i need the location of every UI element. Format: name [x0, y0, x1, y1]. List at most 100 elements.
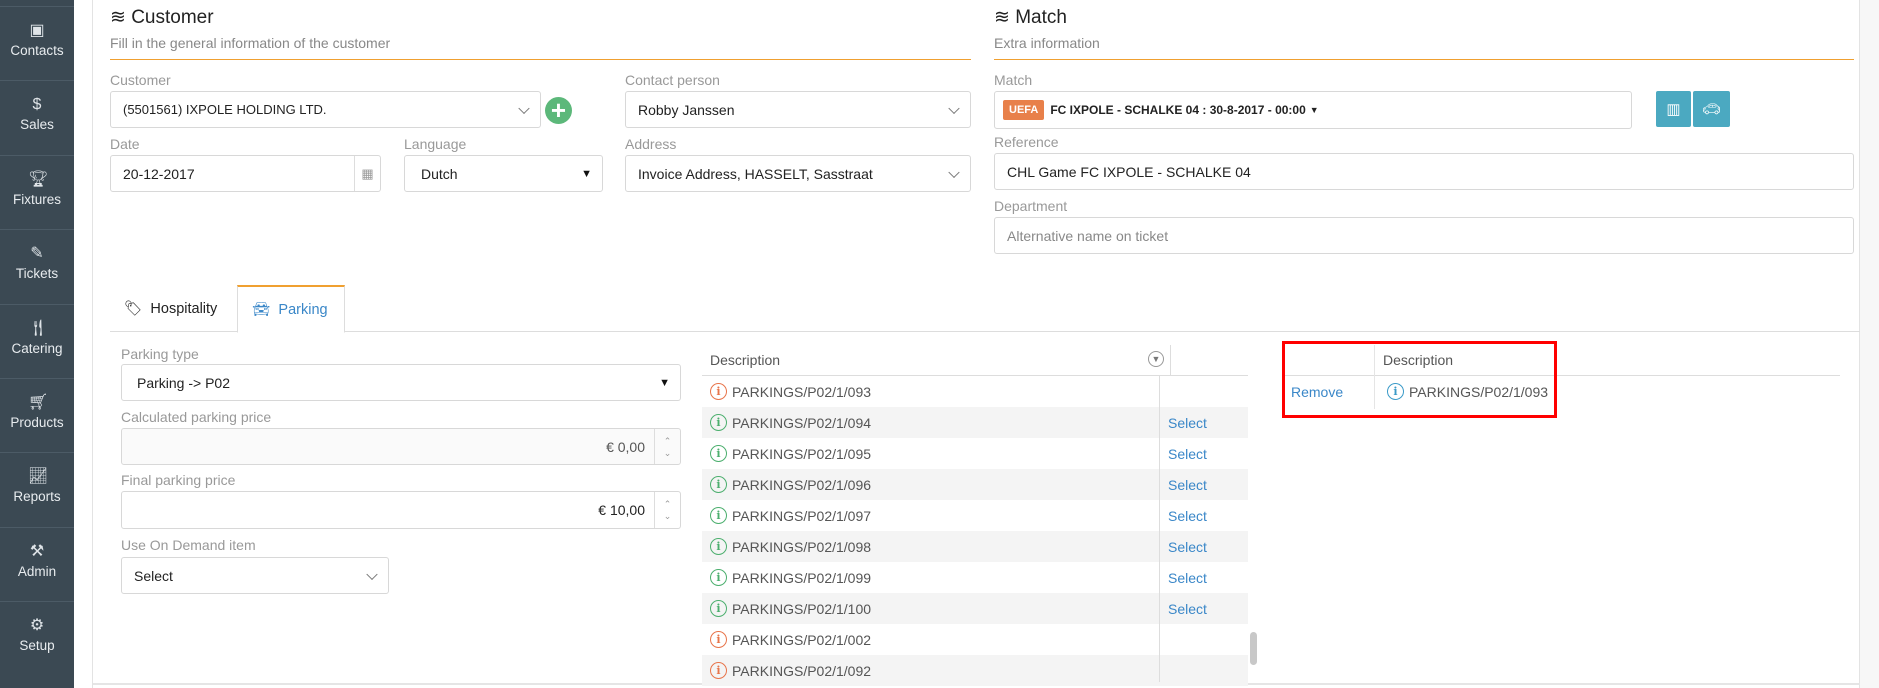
on-demand-label: Use On Demand item [121, 537, 256, 553]
final-price-input[interactable]: € 10,00 ⌃ ⌄ [121, 491, 681, 529]
parking-description: PARKINGS/P02/1/097 [732, 507, 872, 524]
parking-type-select[interactable]: Parking -> P02 ▼ [121, 364, 681, 401]
info-icon: i [710, 507, 727, 524]
parking-description: PARKINGS/P02/1/098 [732, 538, 872, 555]
parking-type-label: Parking type [121, 346, 199, 362]
select-link[interactable]: Select [1168, 539, 1207, 555]
customer-select[interactable]: (5501561) IXPOLE HOLDING LTD. [110, 91, 541, 128]
contact-person-select[interactable]: Robby Janssen [625, 91, 971, 128]
reference-input[interactable]: CHL Game FC IXPOLE - SCHALKE 04 [994, 153, 1854, 190]
info-icon: i [710, 662, 727, 679]
car-icon: 🚗︎ [1701, 101, 1722, 118]
map-icon: ▥ [1666, 101, 1681, 118]
final-price-label: Final parking price [121, 472, 236, 488]
sidebar-item-setup[interactable]: ⚙ Setup [0, 601, 74, 675]
column-divider [1170, 345, 1171, 376]
sidebar-item-tickets[interactable]: ✎ Tickets [0, 229, 74, 303]
info-icon: i [710, 383, 727, 400]
language-label: Language [404, 136, 467, 152]
dollar-icon: $ [32, 96, 42, 114]
select-link[interactable]: Select [1168, 570, 1207, 586]
filter-icon[interactable]: ▼ [1148, 351, 1164, 367]
spinner-icon[interactable]: ⌃ ⌄ [654, 492, 680, 528]
sidebar-item-contacts[interactable]: ▣ Contacts [0, 6, 74, 80]
divider [994, 59, 1854, 60]
date-input[interactable]: 20-12-2017 ▦ [110, 155, 381, 192]
ticket-icon: ✎ [30, 245, 44, 263]
sidebar-item-catering[interactable]: 🍴︎ Catering [0, 303, 74, 378]
match-subtitle: Extra information [994, 35, 1100, 51]
customer-heading: ≋ Customer [110, 7, 214, 28]
select-link[interactable]: Select [1168, 446, 1207, 462]
select-link[interactable]: Select [1168, 477, 1207, 493]
gears-icon: ⚙ [29, 617, 45, 635]
sidebar: ▣ Contacts $ Sales 🏆︎ Fixtures ✎ Tickets 🍴︎ Cater… [0, 0, 74, 688]
customer-subtitle: Fill in the general information of the c… [110, 35, 391, 51]
language-value: Dutch [421, 165, 458, 182]
available-grid-header: Description ▼ [702, 345, 1248, 376]
highlight-box [1282, 341, 1557, 418]
sidebar-item-products[interactable]: 🛒︎ Products [0, 378, 74, 452]
parking-description: PARKINGS/P02/1/100 [732, 600, 872, 617]
info-icon: i [710, 600, 727, 617]
tag-icon: 🏷︎ [124, 301, 143, 317]
select-link[interactable]: Select [1168, 601, 1207, 617]
address-value: Invoice Address, HASSELT, Sasstraat [638, 165, 873, 182]
info-icon: i [710, 538, 727, 555]
chevron-down-icon [948, 166, 960, 178]
info-icon: i [710, 445, 727, 462]
select-link[interactable]: Select [1168, 508, 1207, 524]
tab-hospitality[interactable]: 🏷︎ Hospitality [110, 285, 237, 332]
parking-button[interactable]: 🚗︎ [1693, 91, 1730, 127]
chevron-down-icon [948, 102, 960, 114]
parking-description: PARKINGS/P02/1/099 [732, 569, 872, 586]
date-value: 20-12-2017 [123, 165, 195, 182]
calculated-price-input[interactable]: € 0,00 ⌃ ⌄ [121, 428, 681, 465]
parking-type-value: Parking -> P02 [137, 374, 230, 391]
cutlery-icon: 🍴︎ [28, 319, 49, 337]
chart-icon: 📈︎ [28, 468, 49, 486]
info-icon: i [710, 569, 727, 586]
date-label: Date [110, 136, 140, 152]
match-select[interactable]: UEFA FC IXPOLE - SCHALKE 04 : 30-8-2017 … [994, 91, 1632, 129]
sidebar-item-label: Tickets [15, 266, 59, 282]
table-row: i PARKINGS/P02/1/094 Select [702, 407, 1248, 438]
on-demand-select[interactable]: Select [121, 557, 389, 594]
add-customer-button[interactable]: + [545, 97, 572, 124]
page-margin [1860, 0, 1879, 688]
map-button[interactable]: ▥ [1656, 91, 1691, 127]
competition-badge: UEFA [1003, 100, 1045, 120]
parking-description: PARKINGS/P02/1/096 [732, 476, 872, 493]
select-link[interactable]: Select [1168, 415, 1207, 431]
address-label: Address [625, 136, 677, 152]
tools-icon: ⚒ [29, 542, 45, 560]
spinner-icon[interactable]: ⌃ ⌄ [654, 429, 680, 464]
tab-parking[interactable]: 🚘︎ Parking [237, 285, 345, 333]
trophy-icon: 🏆︎ [28, 170, 49, 188]
sidebar-item-reports[interactable]: 📈︎ Reports [0, 452, 74, 526]
customer-label: Customer [110, 72, 171, 88]
layers-icon: ≋ [110, 7, 132, 28]
table-row: i PARKINGS/P02/1/095 Select [702, 438, 1248, 469]
chevron-down-icon [518, 102, 530, 114]
table-row: i PARKINGS/P02/1/096 Select [702, 469, 1248, 500]
scrollbar-thumb[interactable] [1250, 632, 1257, 665]
sidebar-item-admin[interactable]: ⚒ Admin [0, 526, 74, 601]
department-input[interactable]: Alternative name on ticket [994, 217, 1854, 254]
car-icon: 🚘︎ [252, 302, 271, 318]
sidebar-item-fixtures[interactable]: 🏆︎ Fixtures [0, 154, 74, 229]
department-label: Department [994, 198, 1068, 214]
sidebar-item-label: Fixtures [12, 191, 61, 207]
cart-icon: 🛒︎ [28, 394, 49, 411]
address-select[interactable]: Invoice Address, HASSELT, Sasstraat [625, 155, 971, 192]
chevron-down-icon [366, 568, 378, 580]
calendar-icon[interactable]: ▦ [354, 156, 380, 191]
reference-value: CHL Game FC IXPOLE - SCHALKE 04 [1007, 163, 1251, 180]
sidebar-item-label: Catering [11, 340, 63, 356]
sidebar-item-sales[interactable]: $ Sales [0, 80, 74, 154]
table-row: i PARKINGS/P02/1/092 [702, 655, 1248, 686]
sidebar-item-label: Sales [20, 117, 54, 133]
language-select[interactable]: Dutch ▼ [404, 155, 603, 192]
description-column-header[interactable]: Description [710, 352, 780, 368]
sidebar-item-label: Setup [19, 638, 55, 654]
